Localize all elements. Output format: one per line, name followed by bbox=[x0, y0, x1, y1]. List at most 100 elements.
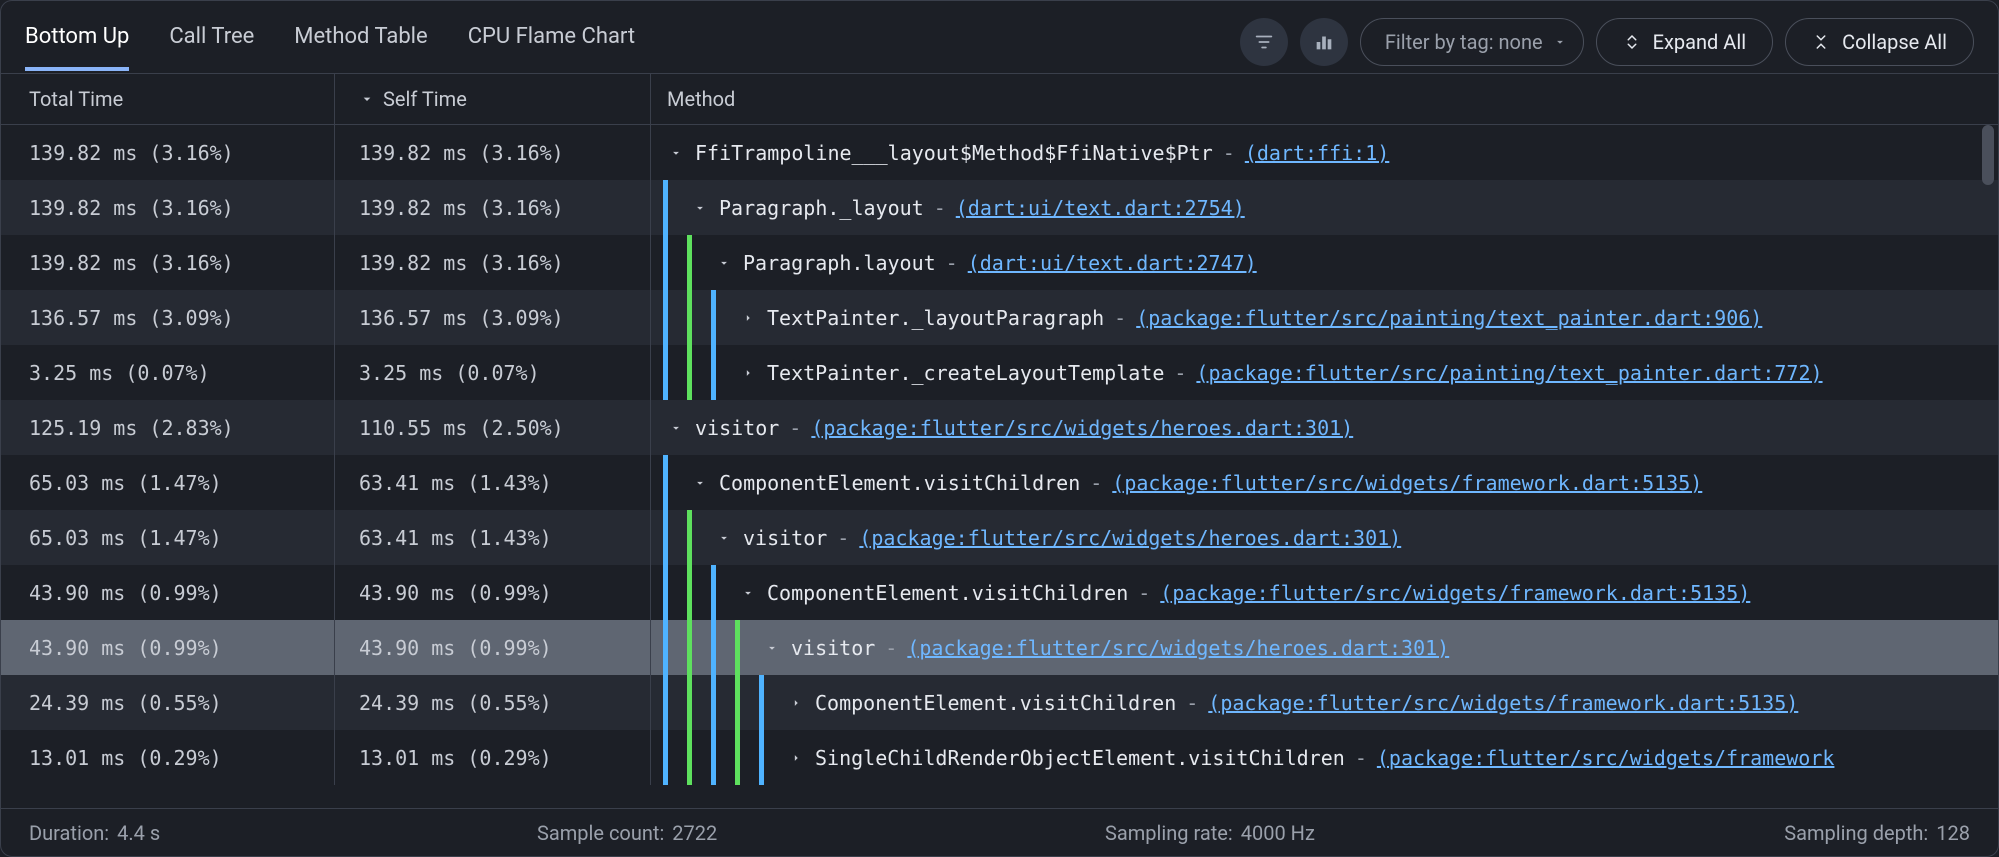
table-row[interactable]: 24.39 ms (0.55%)24.39 ms (0.55%)Componen… bbox=[1, 675, 1998, 730]
tree-lines bbox=[651, 125, 663, 180]
table-row[interactable]: 65.03 ms (1.47%)63.41 ms (1.43%)Componen… bbox=[1, 455, 1998, 510]
method-name: TextPainter._createLayoutTemplate bbox=[767, 361, 1164, 385]
tree-line bbox=[687, 620, 692, 675]
tree-lines bbox=[651, 730, 783, 785]
chevron-down-icon[interactable] bbox=[693, 201, 711, 215]
source-link[interactable]: (package:flutter/src/widgets/framework.d… bbox=[1112, 471, 1702, 495]
source-link[interactable]: (dart:ui/text.dart:2747) bbox=[968, 251, 1257, 275]
tab-method-table[interactable]: Method Table bbox=[294, 14, 427, 71]
tree-lines bbox=[651, 345, 735, 400]
source-link[interactable]: (dart:ui/text.dart:2754) bbox=[956, 196, 1245, 220]
cell-total-time: 3.25 ms (0.07%) bbox=[1, 345, 335, 400]
source-link[interactable]: (package:flutter/src/widgets/heroes.dart… bbox=[907, 636, 1449, 660]
tree-lines bbox=[651, 400, 663, 455]
tree-line bbox=[759, 675, 764, 730]
table-row[interactable]: 136.57 ms (3.09%)136.57 ms (3.09%)TextPa… bbox=[1, 290, 1998, 345]
tree-line bbox=[711, 620, 716, 675]
cell-method: TextPainter._createLayoutTemplate-(packa… bbox=[651, 345, 1998, 400]
expand-all-button[interactable]: Expand All bbox=[1596, 18, 1773, 66]
chevron-down-icon[interactable] bbox=[741, 586, 759, 600]
cell-self-time: 43.90 ms (0.99%) bbox=[335, 565, 651, 620]
method-name: Paragraph._layout bbox=[719, 196, 924, 220]
separator: - bbox=[1186, 691, 1198, 715]
filter-icon-button[interactable] bbox=[1240, 18, 1288, 66]
separator: - bbox=[1223, 141, 1235, 165]
tree-line bbox=[663, 730, 668, 785]
chevron-down-icon[interactable] bbox=[669, 421, 687, 435]
chevron-down-icon[interactable] bbox=[669, 146, 687, 160]
table-row[interactable]: 139.82 ms (3.16%)139.82 ms (3.16%)FfiTra… bbox=[1, 125, 1998, 180]
tab-bottom-up[interactable]: Bottom Up bbox=[25, 14, 129, 71]
filter-tag-select[interactable]: Filter by tag: none bbox=[1360, 18, 1584, 66]
separator: - bbox=[946, 251, 958, 275]
grid-header: Total Time Self Time Method bbox=[1, 73, 1998, 125]
chevron-down-icon[interactable] bbox=[693, 476, 711, 490]
tree-lines bbox=[651, 180, 687, 235]
col-self-time[interactable]: Self Time bbox=[335, 74, 651, 124]
source-link[interactable]: (package:flutter/src/widgets/framework.d… bbox=[1160, 581, 1750, 605]
cell-total-time: 43.90 ms (0.99%) bbox=[1, 565, 335, 620]
grid-body: 139.82 ms (3.16%)139.82 ms (3.16%)FfiTra… bbox=[1, 125, 1998, 808]
cell-total-time: 13.01 ms (0.29%) bbox=[1, 730, 335, 785]
table-row[interactable]: 139.82 ms (3.16%)139.82 ms (3.16%)Paragr… bbox=[1, 235, 1998, 290]
method-name: Paragraph.layout bbox=[743, 251, 936, 275]
cell-self-time: 43.90 ms (0.99%) bbox=[335, 620, 651, 675]
bar-chart-icon bbox=[1313, 31, 1335, 53]
chevron-right-icon[interactable] bbox=[741, 311, 759, 325]
tree-line bbox=[711, 730, 716, 785]
tab-call-tree[interactable]: Call Tree bbox=[169, 14, 254, 71]
source-link[interactable]: (package:flutter/src/widgets/framework.d… bbox=[1208, 691, 1798, 715]
method-name: visitor bbox=[791, 636, 875, 660]
separator: - bbox=[1090, 471, 1102, 495]
table-row[interactable]: 13.01 ms (0.29%)13.01 ms (0.29%)SingleCh… bbox=[1, 730, 1998, 785]
source-link[interactable]: (package:flutter/src/painting/text_paint… bbox=[1196, 361, 1822, 385]
tree-line bbox=[687, 675, 692, 730]
vertical-scrollbar[interactable] bbox=[1982, 125, 1994, 185]
tree-line bbox=[711, 345, 716, 400]
source-link[interactable]: (package:flutter/src/painting/text_paint… bbox=[1136, 306, 1762, 330]
cell-method: SingleChildRenderObjectElement.visitChil… bbox=[651, 730, 1998, 785]
source-link[interactable]: (dart:ffi:1) bbox=[1245, 141, 1390, 165]
chevron-right-icon[interactable] bbox=[789, 751, 807, 765]
table-row[interactable]: 43.90 ms (0.99%)43.90 ms (0.99%)Componen… bbox=[1, 565, 1998, 620]
chevron-down-icon[interactable] bbox=[717, 531, 735, 545]
sampling-depth-value: 128 bbox=[1936, 821, 1970, 845]
chart-icon-button[interactable] bbox=[1300, 18, 1348, 66]
tree-lines bbox=[651, 510, 711, 565]
cell-total-time: 136.57 ms (3.09%) bbox=[1, 290, 335, 345]
cell-self-time: 3.25 ms (0.07%) bbox=[335, 345, 651, 400]
table-row[interactable]: 125.19 ms (2.83%)110.55 ms (2.50%)visito… bbox=[1, 400, 1998, 455]
cell-self-time: 139.82 ms (3.16%) bbox=[335, 235, 651, 290]
tree-lines bbox=[651, 620, 759, 675]
col-method[interactable]: Method bbox=[651, 74, 1998, 124]
col-total-time[interactable]: Total Time bbox=[1, 74, 335, 124]
table-row[interactable]: 65.03 ms (1.47%)63.41 ms (1.43%)visitor-… bbox=[1, 510, 1998, 565]
separator: - bbox=[1174, 361, 1186, 385]
tree-line bbox=[687, 565, 692, 620]
chevron-right-icon[interactable] bbox=[741, 366, 759, 380]
source-link[interactable]: (package:flutter/src/widgets/heroes.dart… bbox=[811, 416, 1353, 440]
tree-line bbox=[663, 455, 668, 510]
tree-line bbox=[687, 730, 692, 785]
tab-flame-chart[interactable]: CPU Flame Chart bbox=[468, 14, 635, 71]
source-link[interactable]: (package:flutter/src/widgets/heroes.dart… bbox=[859, 526, 1401, 550]
collapse-all-button[interactable]: Collapse All bbox=[1785, 18, 1974, 66]
table-row[interactable]: 43.90 ms (0.99%)43.90 ms (0.99%)visitor-… bbox=[1, 620, 1998, 675]
cell-method: FfiTrampoline___layout$Method$FfiNative$… bbox=[651, 125, 1998, 180]
source-link[interactable]: (package:flutter/src/widgets/framework bbox=[1377, 746, 1835, 770]
table-row[interactable]: 3.25 ms (0.07%)3.25 ms (0.07%)TextPainte… bbox=[1, 345, 1998, 400]
chevron-down-icon[interactable] bbox=[765, 641, 783, 655]
tree-line bbox=[663, 290, 668, 345]
tree-line bbox=[687, 290, 692, 345]
sampling-rate-value: 4000 Hz bbox=[1241, 821, 1315, 845]
chevron-right-icon[interactable] bbox=[789, 696, 807, 710]
filter-tag-label: Filter by tag: none bbox=[1385, 30, 1543, 54]
cell-self-time: 24.39 ms (0.55%) bbox=[335, 675, 651, 730]
cell-total-time: 24.39 ms (0.55%) bbox=[1, 675, 335, 730]
tree-lines bbox=[651, 675, 783, 730]
tree-line bbox=[663, 565, 668, 620]
table-row[interactable]: 139.82 ms (3.16%)139.82 ms (3.16%)Paragr… bbox=[1, 180, 1998, 235]
duration-label: Duration: bbox=[29, 821, 109, 845]
chevron-down-icon[interactable] bbox=[717, 256, 735, 270]
tree-line bbox=[663, 345, 668, 400]
